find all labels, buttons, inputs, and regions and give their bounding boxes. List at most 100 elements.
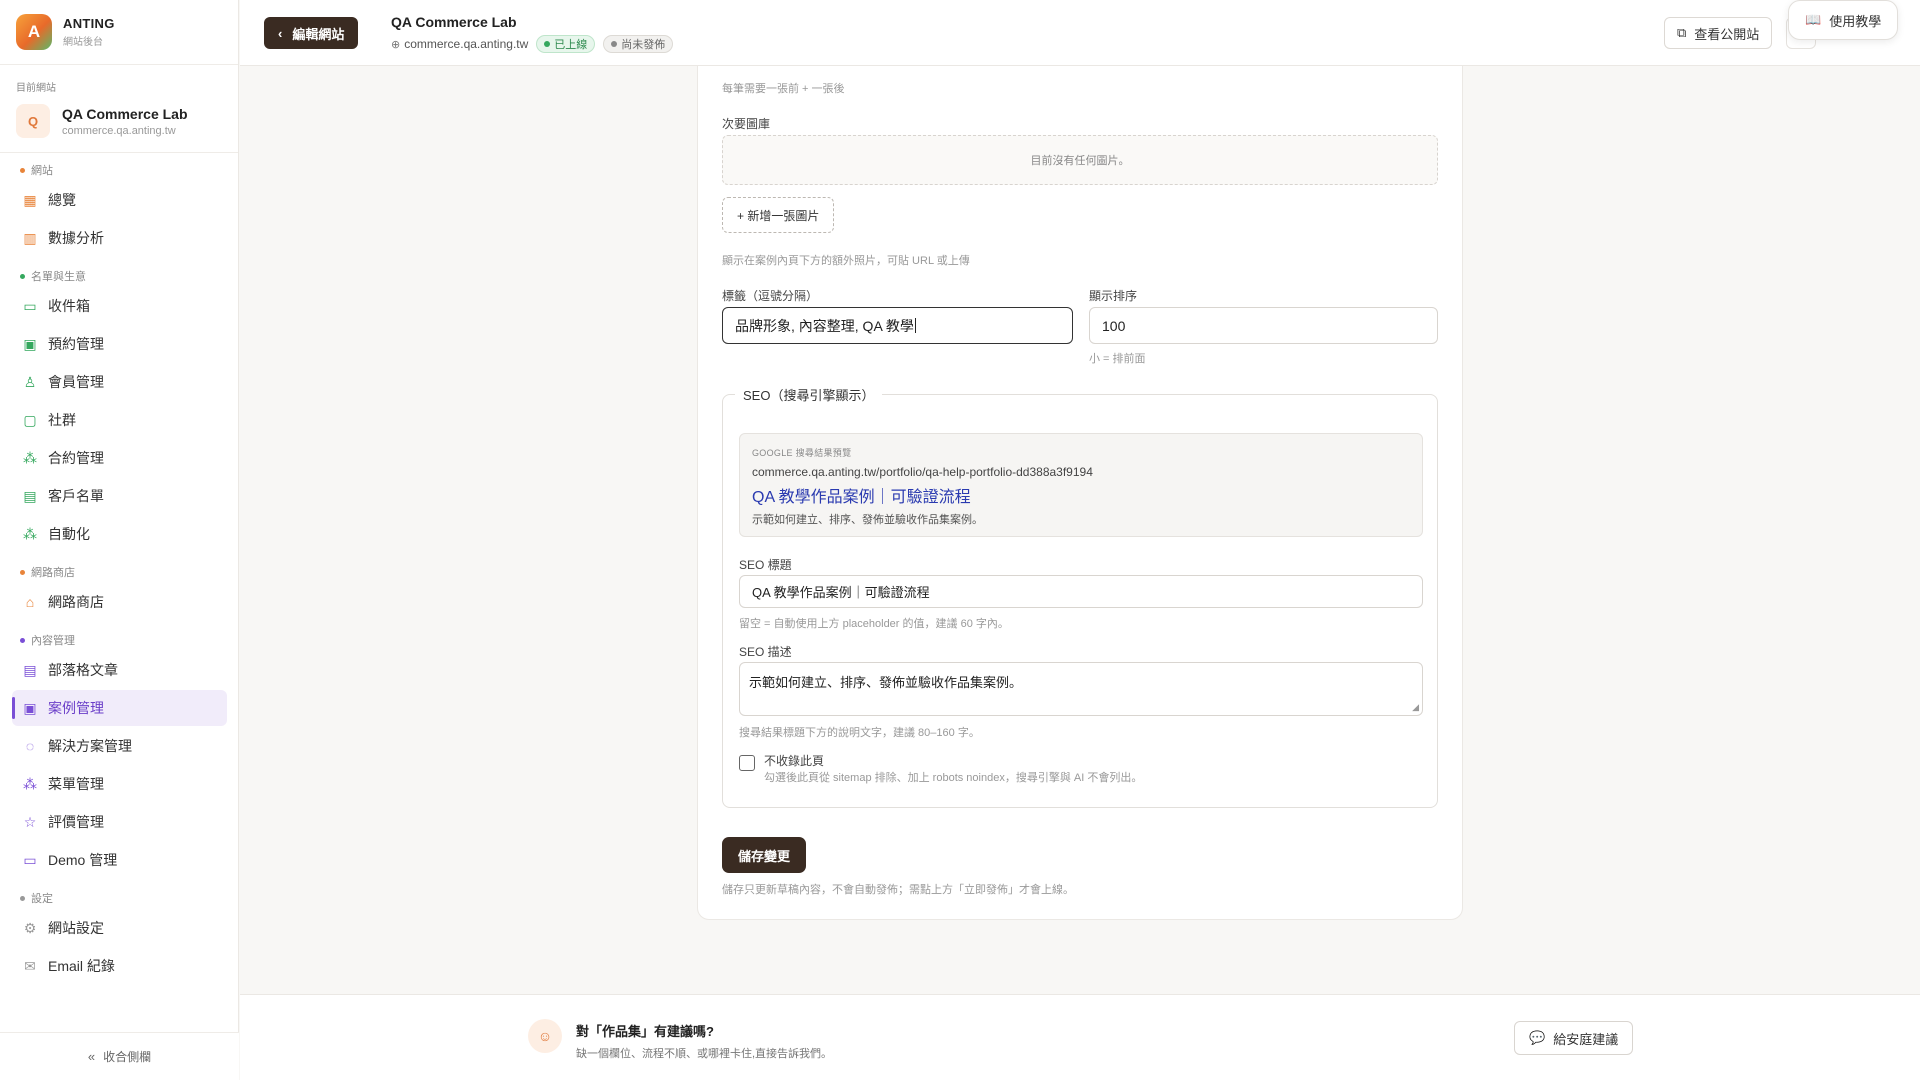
feedback-subtitle: 缺一個欄位、流程不順、或哪裡卡住,直接告訴我們。 [576, 1048, 833, 1060]
sidebar-item-label: Email 紀錄 [48, 958, 115, 974]
tutorial-button[interactable]: 📖 使用教學 [1788, 0, 1899, 40]
status-badge-live: 已上線 [536, 35, 596, 53]
sidebar-item-label: 會員管理 [48, 374, 104, 390]
sidebar-item-label: 部落格文章 [48, 662, 118, 678]
tutorial-label: 使用教學 [1829, 13, 1882, 29]
portfolio-edit-form: 每筆需要一張前 + 一張後 次要圖庫 目前沒有任何圖片。 + 新增一張圖片 顯示… [697, 66, 1463, 920]
chevron-left-icon: ‹ [278, 25, 283, 41]
seo-desc-hint: 搜尋結果標題下方的說明文字，建議 80–160 字。 [739, 727, 980, 739]
sidebar-item-label: 評價管理 [48, 814, 104, 830]
chevrons-left-icon: « [87, 1049, 96, 1064]
sidebar-item-label: 自動化 [48, 526, 90, 542]
brand-name: ANTING [63, 16, 115, 31]
sidebar-item[interactable]: ▢ 社群 [12, 402, 227, 438]
sidebar-item[interactable]: ▣ 預約管理 [12, 326, 227, 362]
view-public-site-button[interactable]: ⧉ 查看公開站 [1664, 17, 1773, 49]
sidebar-item[interactable]: ▤ 部落格文章 [12, 652, 227, 688]
sidebar-item-label: Demo 管理 [48, 852, 118, 868]
chat-icon: ▢ [23, 412, 37, 428]
brand-subtitle: 網站後台 [63, 37, 103, 48]
sidebar-item[interactable]: ⚙ 網站設定 [12, 910, 227, 946]
store-icon: ⌂ [25, 594, 35, 610]
site-domain: commerce.qa.anting.tw [404, 37, 529, 51]
gallery-dropzone[interactable]: 目前沒有任何圖片。 [722, 135, 1438, 185]
sidebar-item[interactable]: ⁂ 合約管理 [12, 440, 227, 476]
before-after-hint: 每筆需要一張前 + 一張後 [722, 83, 845, 95]
lightbulb-icon: ◌ [25, 738, 35, 754]
preview-url: commerce.qa.anting.tw/portfolio/qa-help-… [752, 465, 1093, 479]
seo-title-input[interactable]: QA 教學作品案例｜可驗證流程 [739, 575, 1423, 608]
sidebar-item[interactable]: ⁂ 菜單管理 [12, 766, 227, 802]
tags-label: 標籤（逗號分隔） [722, 289, 819, 303]
site-avatar: Q [16, 104, 50, 138]
tags-input-value: 品牌形象, 內容整理, QA 教學 [735, 317, 914, 334]
nav-group-label: 網路商店 [0, 562, 239, 582]
brand-logo: A [16, 14, 52, 50]
back-edit-site-button[interactable]: ‹ 編輯網站 [264, 17, 359, 49]
topbar: ‹ 編輯網站 QA Commerce Lab ⊕ commerce.qa.ant… [240, 0, 1920, 66]
back-button-label: 編輯網站 [292, 26, 345, 42]
sidebar-item[interactable]: ♙ 會員管理 [12, 364, 227, 400]
external-link-icon: ⧉ [1677, 25, 1687, 40]
give-feedback-button[interactable]: 💬 給安庭建議 [1514, 1021, 1634, 1055]
noindex-checkbox[interactable] [739, 755, 755, 771]
gear-icon: ⚙ [23, 920, 37, 936]
sidebar-item-label: 總覽 [48, 192, 76, 208]
collapse-sidebar-button[interactable]: « 收合側欄 [0, 1032, 239, 1080]
nav-group-label: 名單與生意 [0, 266, 239, 286]
tags-input[interactable]: 品牌形象, 內容整理, QA 教學 [722, 307, 1073, 344]
sidebar-item[interactable]: ⌂ 網路商店 [12, 584, 227, 620]
order-hint: 小 = 排前面 [1089, 353, 1146, 365]
sidebar-item[interactable]: ⁂ 自動化 [12, 516, 227, 552]
current-site-name: QA Commerce Lab [62, 105, 188, 122]
chat-bubble-icon: 💬 [1529, 1030, 1546, 1045]
preview-label: GOOGLE 搜尋結果預覽 [752, 448, 852, 458]
google-preview: GOOGLE 搜尋結果預覽 commerce.qa.anting.tw/port… [739, 433, 1423, 537]
resize-grip-icon[interactable]: ◢ [1412, 702, 1419, 713]
seo-description-textarea[interactable]: 示範如何建立、排序、發佈並驗收作品集案例。 ◢ [739, 662, 1423, 716]
sidebar-item-label: 數據分析 [48, 230, 104, 246]
grid-icon: ▦ [23, 192, 37, 208]
feedback-bar: ☺ 對「作品集」有建議嗎? 缺一個欄位、流程不順、或哪裡卡住,直接告訴我們。 💬… [240, 994, 1920, 1080]
contract-icon: ⁂ [23, 450, 37, 466]
sidebar-item[interactable]: ☆ 評價管理 [12, 804, 227, 840]
seo-desc-value: 示範如何建立、排序、發佈並驗收作品集案例。 [749, 675, 1023, 690]
sidebar: A ANTING 網站後台 目前網站 Q QA Commerce Lab com… [0, 0, 239, 1080]
current-site-switcher[interactable]: Q QA Commerce Lab commerce.qa.anting.tw [16, 104, 222, 138]
sidebar-item[interactable]: ◌ 解決方案管理 [12, 728, 227, 764]
site-info: QA Commerce Lab ⊕ commerce.qa.anting.tw … [391, 14, 674, 53]
sidebar-item[interactable]: ▥ 數據分析 [12, 220, 227, 256]
sidebar-item[interactable]: ▣ 案例管理 [12, 690, 227, 726]
seo-title-label: SEO 標題 [739, 558, 792, 572]
sidebar-item[interactable]: ▭ 收件箱 [12, 288, 227, 324]
noindex-label[interactable]: 不收錄此頁 [764, 752, 824, 769]
gallery-label: 次要圖庫 [722, 117, 771, 131]
bar-chart-icon: ▥ [23, 230, 37, 246]
feedback-icon: ☺ [528, 1019, 562, 1053]
current-site-domain: commerce.qa.anting.tw [62, 124, 176, 137]
document-icon: ▤ [23, 662, 37, 678]
noindex-hint: 勾選後此頁從 sitemap 排除、加上 robots noindex，搜尋引擎… [764, 772, 1143, 784]
sidebar-item-label: 網站設定 [48, 920, 104, 936]
sidebar-item[interactable]: ▦ 總覽 [12, 182, 227, 218]
menu-icon: ⁂ [23, 776, 37, 792]
give-feedback-label: 給安庭建議 [1553, 1031, 1619, 1047]
sidebar-item[interactable]: ▭ Demo 管理 [12, 842, 227, 878]
sidebar-item[interactable]: ✉ Email 紀錄 [12, 948, 227, 984]
gallery-hint: 顯示在案例內頁下方的額外照片，可貼 URL 或上傳 [722, 255, 970, 267]
add-image-button[interactable]: + 新增一張圖片 [722, 197, 835, 233]
gallery-empty-text: 目前沒有任何圖片。 [1030, 155, 1130, 167]
users-icon: ♙ [23, 374, 37, 390]
save-changes-button[interactable]: 儲存變更 [722, 837, 807, 873]
sidebar-item[interactable]: ▤ 客戶名單 [12, 478, 227, 514]
star-icon: ☆ [23, 814, 37, 830]
sidebar-item-label: 菜單管理 [48, 776, 104, 792]
sidebar-item-label: 預約管理 [48, 336, 104, 352]
globe-icon: ⊕ [391, 38, 401, 51]
sidebar-item-label: 案例管理 [48, 700, 104, 716]
order-label: 顯示排序 [1089, 289, 1138, 303]
order-input[interactable]: 100 [1089, 307, 1438, 344]
nav-group-label: 網站 [0, 160, 239, 180]
status-badge-unpublished: 尚未發佈 [603, 35, 674, 53]
brand[interactable]: A ANTING 網站後台 [0, 0, 238, 65]
